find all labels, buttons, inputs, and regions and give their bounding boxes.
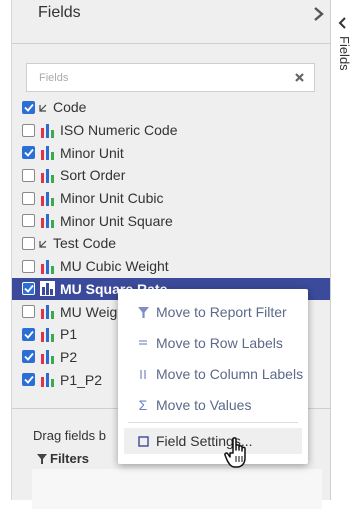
- field-row[interactable]: Minor Unit Cubic: [22, 187, 328, 210]
- fields-side-tab[interactable]: Fields: [330, 0, 352, 500]
- side-tab-label: Fields: [337, 36, 352, 71]
- hand-cursor-icon: [224, 437, 246, 468]
- checkbox-unchecked[interactable]: [22, 214, 35, 228]
- field-row[interactable]: Code: [22, 96, 328, 119]
- measure-icon: [41, 327, 54, 342]
- panel-header: Fields: [12, 0, 330, 44]
- filters-zone-header: Filters: [37, 451, 89, 466]
- panel-title: Fields: [38, 4, 81, 21]
- menu-item-label: Move to Report Filter: [156, 304, 287, 320]
- field-row[interactable]: Sort Order: [22, 164, 328, 187]
- measure-icon: [41, 168, 54, 183]
- measure-icon: [41, 123, 54, 138]
- measure-icon: [41, 305, 54, 320]
- checkbox-checked[interactable]: [22, 282, 35, 296]
- field-label: P2: [60, 348, 78, 365]
- check-icon: [23, 103, 34, 112]
- field-row[interactable]: Test Code: [22, 232, 328, 255]
- menu-item-move-to-row-labels[interactable]: Move to Row Labels: [118, 330, 308, 356]
- checkbox-unchecked[interactable]: [22, 236, 35, 250]
- field-label: P1: [60, 326, 78, 343]
- menu-item-label: Move to Column Labels: [156, 366, 304, 382]
- measure-icon: [41, 350, 54, 365]
- menu-item-label: Move to Row Labels: [156, 335, 283, 351]
- filters-label: Filters: [50, 451, 90, 466]
- dimension-icon: [39, 240, 47, 248]
- menu-item-label: Move to Values: [156, 397, 252, 413]
- measure-icon: [40, 281, 55, 297]
- checkbox-checked[interactable]: [22, 350, 35, 364]
- checkbox-unchecked[interactable]: [22, 168, 35, 182]
- checkbox-unchecked[interactable]: [22, 123, 35, 137]
- menu-item-field-settings[interactable]: Field Settings...: [124, 428, 302, 454]
- clear-search-icon[interactable]: [294, 70, 305, 84]
- menu-item-move-to-values[interactable]: Σ Move to Values: [118, 392, 308, 418]
- field-label: MU Weig: [60, 303, 118, 320]
- filters-drop-area[interactable]: [32, 469, 322, 509]
- field-label: MU Cubic Weight: [60, 258, 169, 275]
- field-label: Minor Unit Cubic: [60, 190, 164, 207]
- checkbox-unchecked[interactable]: [22, 305, 35, 319]
- checkbox-unchecked[interactable]: [22, 259, 35, 273]
- chevron-left-icon[interactable]: [338, 17, 347, 29]
- chevron-right-icon[interactable]: [312, 7, 324, 21]
- measure-icon: [41, 259, 54, 274]
- field-context-menu: Move to Report Filter Move to Row Labels…: [118, 289, 308, 464]
- search-input[interactable]: [27, 64, 277, 91]
- measure-icon: [41, 191, 54, 206]
- measure-icon: [41, 146, 54, 161]
- field-row[interactable]: Minor Unit: [22, 141, 328, 164]
- field-label: Code: [53, 99, 87, 116]
- field-label: Sort Order: [60, 167, 126, 184]
- field-label: Minor Unit: [60, 144, 124, 161]
- checkbox-checked[interactable]: [22, 100, 35, 114]
- field-label: P1_P2: [60, 371, 103, 388]
- search-field[interactable]: [26, 63, 315, 92]
- menu-separator: [128, 422, 298, 423]
- field-settings-icon: [135, 435, 151, 447]
- check-icon: [23, 376, 34, 384]
- checkbox-checked[interactable]: [22, 327, 35, 341]
- checkbox-unchecked[interactable]: [22, 191, 35, 205]
- columns-icon: [135, 369, 151, 380]
- field-row[interactable]: ISO Numeric Code: [22, 119, 328, 142]
- filter-icon: [135, 306, 151, 318]
- measure-icon: [41, 214, 54, 229]
- field-row[interactable]: Minor Unit Square: [22, 209, 328, 232]
- menu-item-move-to-report-filter[interactable]: Move to Report Filter: [118, 299, 308, 325]
- checkbox-checked[interactable]: [22, 146, 35, 160]
- left-strip: [0, 0, 12, 500]
- measure-icon: [41, 373, 54, 388]
- check-icon: [23, 330, 34, 339]
- dimension-icon: [39, 104, 47, 112]
- checkbox-checked[interactable]: [22, 373, 35, 387]
- field-row[interactable]: MU Cubic Weight: [22, 255, 328, 278]
- check-icon: [23, 285, 34, 294]
- check-icon: [23, 353, 34, 362]
- filter-icon: [37, 453, 47, 464]
- field-label: Minor Unit Square: [60, 212, 173, 229]
- field-label: ISO Numeric Code: [60, 122, 178, 139]
- check-icon: [23, 149, 34, 158]
- rows-icon: [135, 339, 151, 347]
- menu-item-move-to-column-labels[interactable]: Move to Column Labels: [118, 361, 308, 387]
- drag-instructions: Drag fields b: [33, 428, 106, 443]
- sigma-icon: Σ: [138, 397, 148, 413]
- field-label: Test Code: [53, 235, 117, 252]
